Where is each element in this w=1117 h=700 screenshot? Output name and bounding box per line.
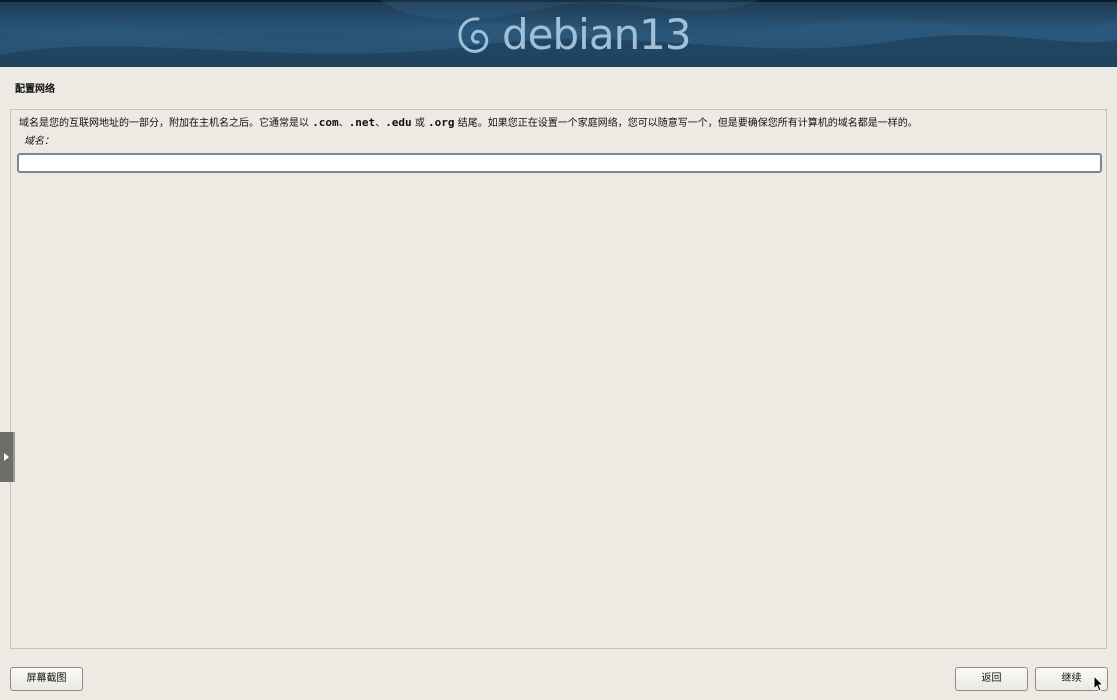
tld-edu: .edu [385,116,412,129]
separator: 、 [338,118,349,129]
separator: 、 [375,118,386,129]
tld-org: .org [428,116,455,129]
debian-swirl-icon [458,17,489,53]
page-title: 配置网络 [15,84,55,95]
continue-button[interactable]: 继续 [1035,667,1108,691]
debian-logo: debian13 [456,10,692,60]
domain-description: 域名是您的互联网地址的一部分，附加在主机名之后。它通常是以 .com、.net、… [19,117,918,130]
description-prefix: 域名是您的互联网地址的一部分，附加在主机名之后。它通常是以 [19,118,313,129]
expand-arrow-icon [4,453,9,461]
side-panel-toggle[interactable] [0,432,15,482]
tld-com: .com [312,116,339,129]
or-word: 或 [411,118,429,129]
domain-name-input[interactable] [17,153,1102,173]
screenshot-button[interactable]: 屏幕截图 [10,667,83,691]
domain-field-label: 域名： [24,136,54,147]
content-panel: 域名是您的互联网地址的一部分，附加在主机名之后。它通常是以 .com、.net、… [10,109,1107,649]
tld-net: .net [348,116,376,129]
debian-banner: debian13 [0,0,1117,67]
logo-text: debian13 [502,10,692,59]
back-button[interactable]: 返回 [955,667,1028,691]
description-suffix: 结尾。如果您正在设置一个家庭网络，您可以随意写一个，但是要确保您所有计算机的域名… [454,118,918,129]
